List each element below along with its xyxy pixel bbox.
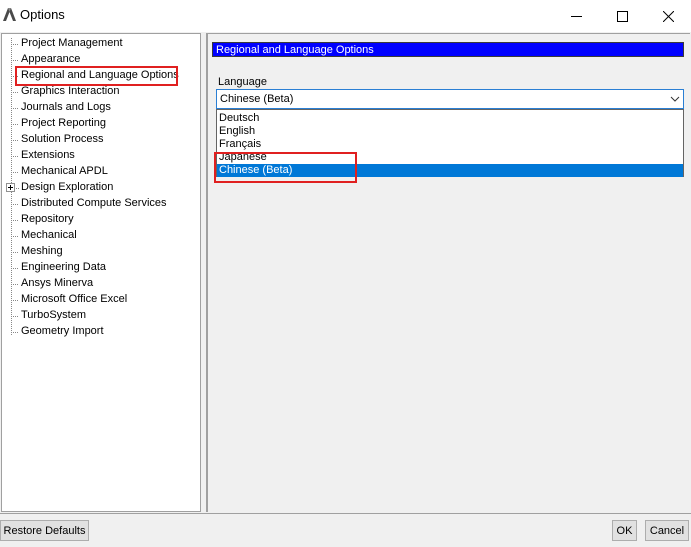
tree-item-label: Graphics Interaction [21,85,120,97]
cancel-button[interactable]: Cancel [645,520,689,541]
tree-item-label: Extensions [21,149,75,161]
maximize-icon [616,10,628,22]
tree-item-label: Regional and Language Options [21,69,179,81]
close-button[interactable] [645,0,691,32]
list-item-english[interactable]: English [217,125,683,138]
tree-item-label: Mechanical [21,229,77,241]
list-item-japanese[interactable]: Japanese [217,151,683,164]
tree-connector [11,92,18,93]
tree-item-label: Engineering Data [21,261,107,273]
options-tree[interactable]: Project Management Appearance Regional a… [1,33,201,512]
tree-item-label: Ansys Minerva [21,277,94,289]
tree-item-label: Microsoft Office Excel [21,293,128,305]
tree-item-regional-language[interactable]: Regional and Language Options [2,68,200,84]
minimize-button[interactable] [553,0,599,32]
tree-item-mechanical[interactable]: Mechanical [2,228,200,244]
tree-item-journals-logs[interactable]: Journals and Logs [2,100,200,116]
tree-item-label: Repository [21,213,74,225]
tree-connector [11,316,18,317]
tree-connector [11,252,18,253]
tree-item-label: Project Reporting [21,117,106,129]
tree-item-geometry-import[interactable]: Geometry Import [2,324,200,340]
combo-value: Chinese (Beta) [220,93,294,105]
expand-plus-icon[interactable] [6,183,15,192]
tree-connector [11,140,18,141]
tree-item-label: Mechanical APDL [21,165,108,177]
tree-item-mechanical-apdl[interactable]: Mechanical APDL [2,164,200,180]
tree-connector [11,220,18,221]
language-label: Language [218,76,267,88]
tree-item-excel[interactable]: Microsoft Office Excel [2,292,200,308]
list-item-francais[interactable]: Français [217,138,683,151]
tree-connector [11,124,18,125]
tree-item-extensions[interactable]: Extensions [2,148,200,164]
tree-item-project-reporting[interactable]: Project Reporting [2,116,200,132]
tree-item-appearance[interactable]: Appearance [2,52,200,68]
tree-item-meshing[interactable]: Meshing [2,244,200,260]
tree-connector [11,300,18,301]
chevron-down-icon [670,96,680,102]
tree-connector [11,204,18,205]
list-item-chinese-beta[interactable]: Chinese (Beta) [217,164,683,177]
tree-connector [11,60,18,61]
restore-defaults-button[interactable]: Restore Defaults [0,520,89,541]
minimize-icon [570,15,582,17]
tree-connector [11,44,18,45]
options-panel: Regional and Language Options Language C… [206,33,690,512]
tree-item-label: TurboSystem [21,309,87,321]
language-combobox[interactable]: Chinese (Beta) [216,89,684,109]
maximize-button[interactable] [599,0,645,32]
tree-item-label: Project Management [21,37,123,49]
ok-button[interactable]: OK [612,520,637,541]
tree-item-label: Geometry Import [21,325,104,337]
list-item-deutsch[interactable]: Deutsch [217,112,683,125]
tree-item-ansys-minerva[interactable]: Ansys Minerva [2,276,200,292]
tree-item-label: Solution Process [21,133,104,145]
tree-item-label: Journals and Logs [21,101,111,113]
button-bar: Restore Defaults OK Cancel [0,513,691,547]
tree-connector [11,156,18,157]
tree-connector [11,172,18,173]
tree-item-label: Appearance [21,53,81,65]
tree-connector [11,236,18,237]
tree-item-label: Meshing [21,245,63,257]
tree-item-design-exploration[interactable]: Design Exploration [2,180,200,196]
tree-connector [11,268,18,269]
tree-item-turbosystem[interactable]: TurboSystem [2,308,200,324]
tree-connector [11,108,18,109]
tree-connector [11,284,18,285]
tree-item-graphics-interaction[interactable]: Graphics Interaction [2,84,200,100]
window-title: Options [20,7,65,22]
tree-item-label: Distributed Compute Services [21,197,167,209]
tree-connector [11,332,18,333]
close-icon [662,10,674,22]
tree-item-solution-process[interactable]: Solution Process [2,132,200,148]
tree-item-project-management[interactable]: Project Management [2,36,200,52]
tree-item-label: Design Exploration [21,181,114,193]
tree-connector [11,76,18,77]
tree-connector [16,188,19,189]
dialog-body: Project Management Appearance Regional a… [0,32,691,547]
ansys-logo-icon [3,8,16,21]
title-bar: Options [0,0,691,32]
tree-item-distributed-compute[interactable]: Distributed Compute Services [2,196,200,212]
panel-header: Regional and Language Options [212,42,684,57]
language-dropdown-list[interactable]: Deutsch English Français Japanese Chines… [216,109,684,177]
tree-item-engineering-data[interactable]: Engineering Data [2,260,200,276]
tree-item-repository[interactable]: Repository [2,212,200,228]
